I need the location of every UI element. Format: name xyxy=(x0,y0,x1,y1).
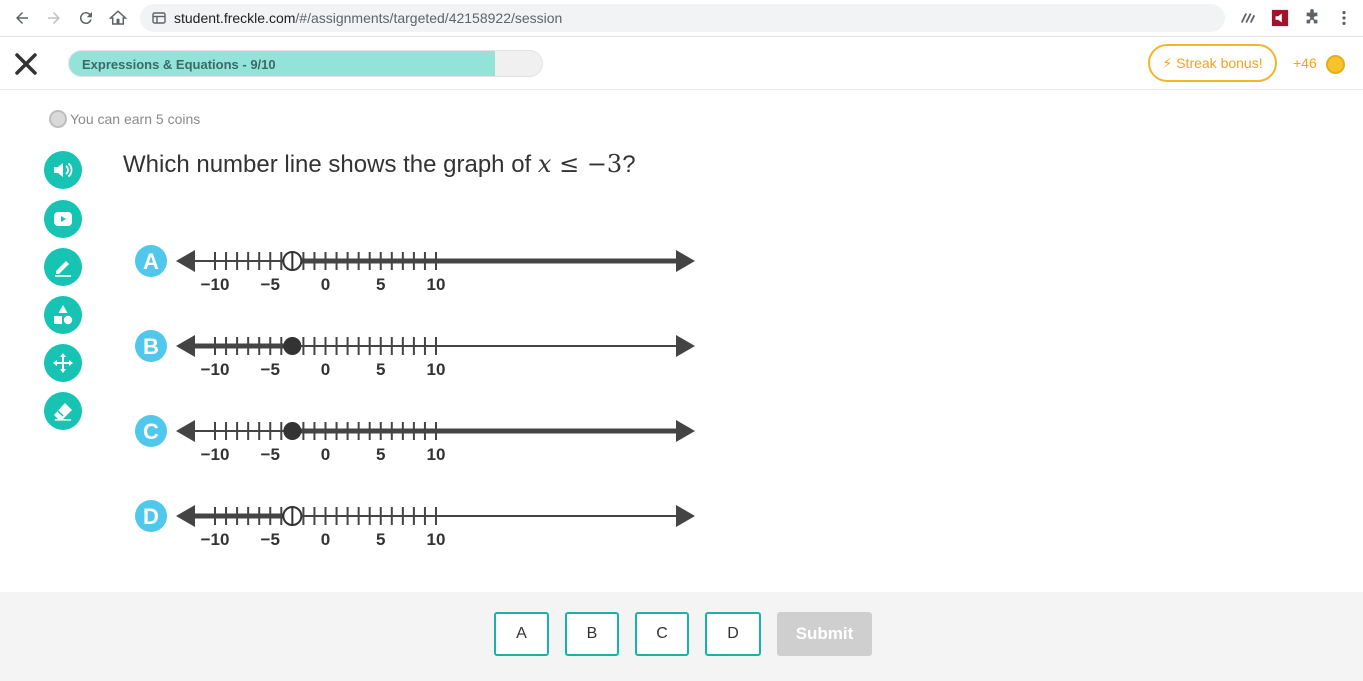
option-a-letter: A xyxy=(143,249,159,274)
home-icon[interactable] xyxy=(106,6,130,30)
option-b-tick-label: 5 xyxy=(376,360,385,379)
question-math: x ≤ −3 xyxy=(538,150,622,178)
option-a-left-arrow xyxy=(176,250,195,272)
read-aloud-extension-icon[interactable] xyxy=(1270,8,1290,28)
option-b-tick-label: −5 xyxy=(261,360,280,379)
answer-a-button[interactable]: A xyxy=(494,612,549,656)
move-icon xyxy=(53,353,73,373)
answer-footer: A B C D Submit xyxy=(0,592,1363,681)
coin-icon xyxy=(49,110,67,128)
extension-icon[interactable] xyxy=(1238,8,1258,28)
answer-b-button[interactable]: B xyxy=(565,612,619,656)
pencil-icon xyxy=(55,261,71,277)
address-bar[interactable]: student.freckle.com/#/assignments/target… xyxy=(140,4,1225,32)
option-a-tick-label: 10 xyxy=(427,275,446,294)
option-d-tick-label: 10 xyxy=(427,530,446,549)
option-b-letter: B xyxy=(143,334,159,359)
option-c-tick-label: 0 xyxy=(321,445,330,464)
answer-d-button[interactable]: D xyxy=(705,612,761,656)
answer-c-button[interactable]: C xyxy=(635,612,689,656)
coin-icon xyxy=(1326,55,1345,74)
math-value: −3 xyxy=(586,150,623,178)
pencil-button[interactable] xyxy=(44,248,82,286)
reload-icon[interactable] xyxy=(74,6,98,30)
option-d-tick-label: −5 xyxy=(261,530,280,549)
close-icon[interactable] xyxy=(12,50,40,78)
option-b-right-arrow xyxy=(676,335,695,357)
shapes-button[interactable] xyxy=(44,296,82,334)
option-c-closed-point xyxy=(283,422,302,440)
coin-count: +46 xyxy=(1293,55,1317,71)
browser-menu-icon[interactable] xyxy=(1334,8,1354,28)
earn-coins-note: You can earn 5 coins xyxy=(49,110,200,128)
option-d-tick-label: −10 xyxy=(201,530,230,549)
video-icon xyxy=(54,212,72,226)
browser-toolbar: student.freckle.com/#/assignments/target… xyxy=(0,0,1363,37)
math-variable: x xyxy=(537,150,552,178)
progress-bar: Expressions & Equations - 9/10 xyxy=(68,50,543,77)
eraser-icon xyxy=(54,403,72,421)
extensions-puzzle-icon[interactable] xyxy=(1302,8,1322,28)
option-c-tick-label: −10 xyxy=(201,445,230,464)
option-a-tick-label: −10 xyxy=(201,275,230,294)
question-text: Which number line shows the graph of x ≤… xyxy=(123,150,636,179)
read-aloud-button[interactable] xyxy=(44,151,82,189)
site-info-icon[interactable] xyxy=(152,11,166,25)
option-b-tick-label: 10 xyxy=(427,360,446,379)
earn-text: You can earn 5 coins xyxy=(70,111,201,127)
option-c-letter: C xyxy=(143,419,159,444)
option-d-right-arrow xyxy=(676,505,695,527)
app-header: Expressions & Equations - 9/10 ⚡︎ Streak… xyxy=(0,38,1363,90)
shapes-icon xyxy=(54,305,73,325)
option-c-tick-label: 5 xyxy=(376,445,385,464)
streak-label: Streak bonus! xyxy=(1176,55,1263,71)
option-c-left-arrow xyxy=(176,420,195,442)
question-prefix: Which number line shows the graph of xyxy=(123,151,538,178)
back-icon[interactable] xyxy=(10,6,34,30)
option-b-closed-point xyxy=(283,337,302,355)
submit-button[interactable]: Submit xyxy=(777,612,872,656)
streak-bonus-button[interactable]: ⚡︎ Streak bonus! xyxy=(1148,44,1277,82)
math-relation: ≤ xyxy=(551,150,587,178)
question-suffix: ? xyxy=(622,151,636,178)
number-line-options: A −10 −5 0 5 10 B −10 −5 0 5 10 C −10 −5 0 5 10 D −10 −5 0 5 10 xyxy=(130,235,710,565)
option-c-tick-label: 10 xyxy=(427,445,446,464)
number-lines-graphic: A −10 −5 0 5 10 B −10 −5 0 5 10 C −10 −5 0 5 10 D −10 −5 0 5 10 xyxy=(135,245,695,549)
read-aloud-icon xyxy=(54,162,73,178)
forward-icon[interactable] xyxy=(42,6,66,30)
option-b-tick-label: 0 xyxy=(321,360,330,379)
option-d-tick-label: 5 xyxy=(376,530,385,549)
video-button[interactable] xyxy=(44,200,82,238)
option-d-tick-label: 0 xyxy=(321,530,330,549)
option-c-tick-label: −5 xyxy=(261,445,280,464)
option-a-tick-label: 5 xyxy=(376,275,385,294)
lightning-icon: ⚡︎ xyxy=(1162,54,1173,71)
option-b-tick-label: −10 xyxy=(201,360,230,379)
option-a-tick-label: 0 xyxy=(321,275,330,294)
progress-label: Expressions & Equations - 9/10 xyxy=(82,57,276,72)
option-d-letter: D xyxy=(143,504,159,529)
eraser-button[interactable] xyxy=(44,392,82,430)
option-a-tick-label: −5 xyxy=(261,275,280,294)
url-text: student.freckle.com/#/assignments/target… xyxy=(174,10,563,26)
move-button[interactable] xyxy=(44,344,82,382)
